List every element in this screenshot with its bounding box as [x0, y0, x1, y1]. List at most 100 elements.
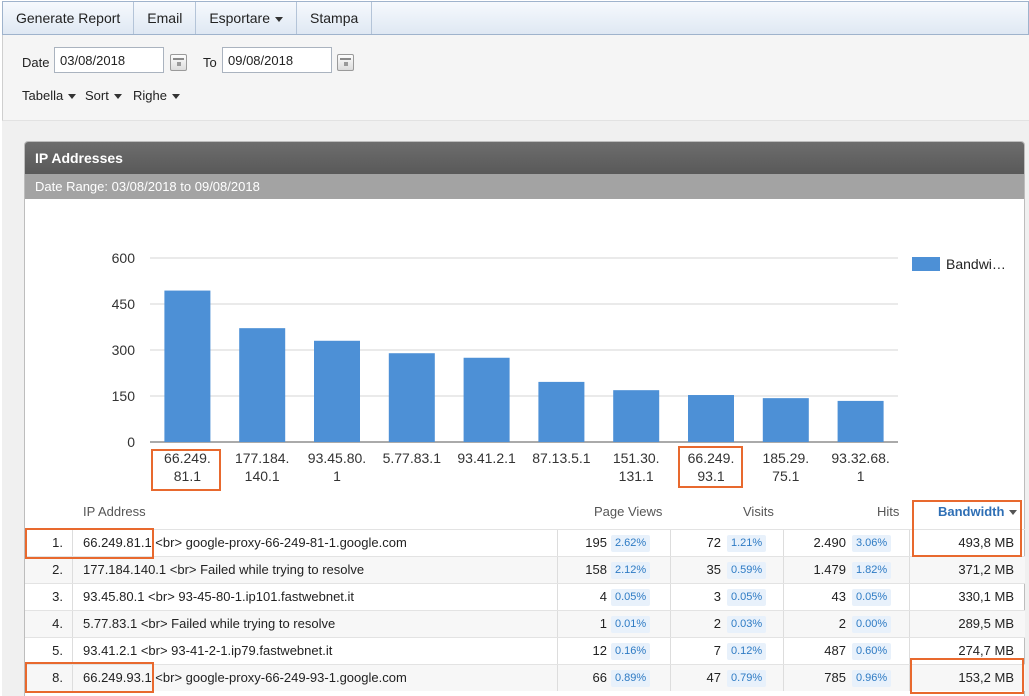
x-tick-label: 131.1 [619, 468, 654, 484]
column-divider [670, 665, 671, 691]
column-divider [670, 638, 671, 664]
row-hits-pct: 1.82% [852, 562, 892, 579]
table-row[interactable]: 1. 66.249.81.1 <br> google-proxy-66-249-8… [25, 529, 1025, 556]
col-header-ip[interactable]: IP Address [83, 504, 146, 524]
row-hits: 487 [824, 643, 846, 658]
x-tick-label: 1 [857, 468, 865, 484]
column-divider [783, 530, 784, 556]
row-visits-pct: 0.59% [727, 562, 767, 579]
row-page-views-pct: 0.05% [611, 589, 651, 606]
bar [463, 357, 510, 442]
row-visits: 7 [713, 643, 721, 658]
col-header-visits[interactable]: Visits [743, 504, 774, 524]
row-hits-pct: 0.00% [852, 616, 892, 633]
x-tick-label: 177.184. [235, 450, 290, 466]
column-divider [909, 584, 910, 610]
table-row[interactable]: 3. 93.45.80.1 <br> 93-45-80-1.ip101.fastw… [25, 583, 1025, 610]
bar [164, 290, 211, 442]
highlight-box [25, 528, 154, 559]
col-header-hits[interactable]: Hits [877, 504, 899, 524]
row-visits-pct: 0.12% [727, 643, 767, 660]
x-tick-label: 93.32.68. [831, 450, 889, 466]
bar [762, 398, 809, 442]
chart-legend: Bandwi… [912, 256, 1006, 272]
x-tick-label: 93.41.2.1 [457, 450, 516, 466]
column-divider [670, 530, 671, 556]
column-divider [783, 557, 784, 583]
row-ip-address[interactable]: 93.41.2.1 <br> 93-41-2-1.ip79.fastwebnet… [83, 638, 332, 664]
table-row[interactable]: 4. 5.77.83.1 <br> Failed while trying to … [25, 610, 1025, 637]
row-visits: 47 [706, 670, 721, 685]
column-divider [783, 611, 784, 637]
x-tick-label: 140.1 [245, 468, 280, 484]
x-tick-label: 185.29. [762, 450, 809, 466]
column-divider [670, 557, 671, 583]
row-page-views: 158 [585, 562, 607, 577]
bandwidth-chart: 015030045060066.249.81.1177.184.140.193.… [112, 250, 898, 484]
row-page-views: 4 [599, 589, 607, 604]
highlight-box [25, 662, 154, 693]
table-row[interactable]: 2. 177.184.140.1 <br> Failed while trying… [25, 556, 1025, 583]
table-row[interactable]: 5. 93.41.2.1 <br> 93-41-2-1.ip79.fastwebn… [25, 637, 1025, 664]
column-divider [557, 611, 558, 637]
bar [837, 400, 884, 442]
row-bandwidth: 330,1 MB [958, 589, 1014, 604]
row-hits: 2 [838, 616, 846, 631]
row-hits: 43 [831, 589, 846, 604]
column-divider [909, 530, 910, 556]
y-tick-label: 300 [112, 342, 136, 358]
row-ip-address[interactable]: 177.184.140.1 <br> Failed while trying t… [83, 557, 364, 583]
row-visits: 2 [713, 616, 721, 631]
bar [688, 395, 734, 442]
legend-label: Bandwi… [946, 256, 1006, 272]
column-divider [557, 530, 558, 556]
highlight-box [151, 449, 221, 491]
bar [613, 390, 660, 442]
column-divider [670, 611, 671, 637]
row-page-views-pct: 0.16% [611, 643, 651, 660]
row-rank: 5. [52, 643, 63, 658]
x-tick-label: 93.45.80. [308, 450, 366, 466]
col-header-page-views[interactable]: Page Views [594, 504, 662, 524]
column-divider [783, 665, 784, 691]
column-divider [783, 584, 784, 610]
y-tick-label: 450 [112, 296, 136, 312]
row-page-views: 1 [599, 616, 607, 631]
row-page-views-pct: 0.01% [611, 616, 651, 633]
y-tick-label: 0 [127, 434, 135, 450]
highlight-box [912, 500, 1022, 557]
y-tick-label: 600 [112, 250, 136, 266]
row-visits-pct: 0.05% [727, 589, 767, 606]
x-tick-label: 75.1 [772, 468, 799, 484]
row-hits-pct: 0.96% [852, 670, 892, 687]
row-ip-address[interactable]: 5.77.83.1 <br> Failed while trying to re… [83, 611, 335, 637]
row-bandwidth: 371,2 MB [958, 562, 1014, 577]
row-page-views-pct: 0.89% [611, 670, 651, 687]
row-visits-pct: 1.21% [727, 535, 767, 552]
row-page-views-pct: 2.12% [611, 562, 651, 579]
row-hits-pct: 0.05% [852, 589, 892, 606]
x-tick-label: 5.77.83.1 [383, 450, 442, 466]
bar [538, 381, 585, 442]
bar [388, 353, 435, 442]
row-visits: 72 [706, 535, 721, 550]
column-divider [557, 638, 558, 664]
column-divider [72, 557, 73, 583]
row-rank: 4. [52, 616, 63, 631]
column-divider [670, 584, 671, 610]
column-divider [72, 584, 73, 610]
row-page-views: 66 [592, 670, 607, 685]
row-hits: 1.479 [813, 562, 846, 577]
column-divider [557, 584, 558, 610]
column-divider [783, 638, 784, 664]
column-divider [557, 557, 558, 583]
row-visits: 35 [706, 562, 721, 577]
highlight-box [910, 658, 1024, 694]
row-ip-address[interactable]: 93.45.80.1 <br> 93-45-80-1.ip101.fastweb… [83, 584, 354, 610]
row-rank: 3. [52, 589, 63, 604]
row-page-views: 195 [585, 535, 607, 550]
column-divider [72, 611, 73, 637]
column-divider [72, 638, 73, 664]
row-visits-pct: 0.03% [727, 616, 767, 633]
table-row[interactable]: 8. 66.249.93.1 <br> google-proxy-66-249-9… [25, 664, 1025, 691]
